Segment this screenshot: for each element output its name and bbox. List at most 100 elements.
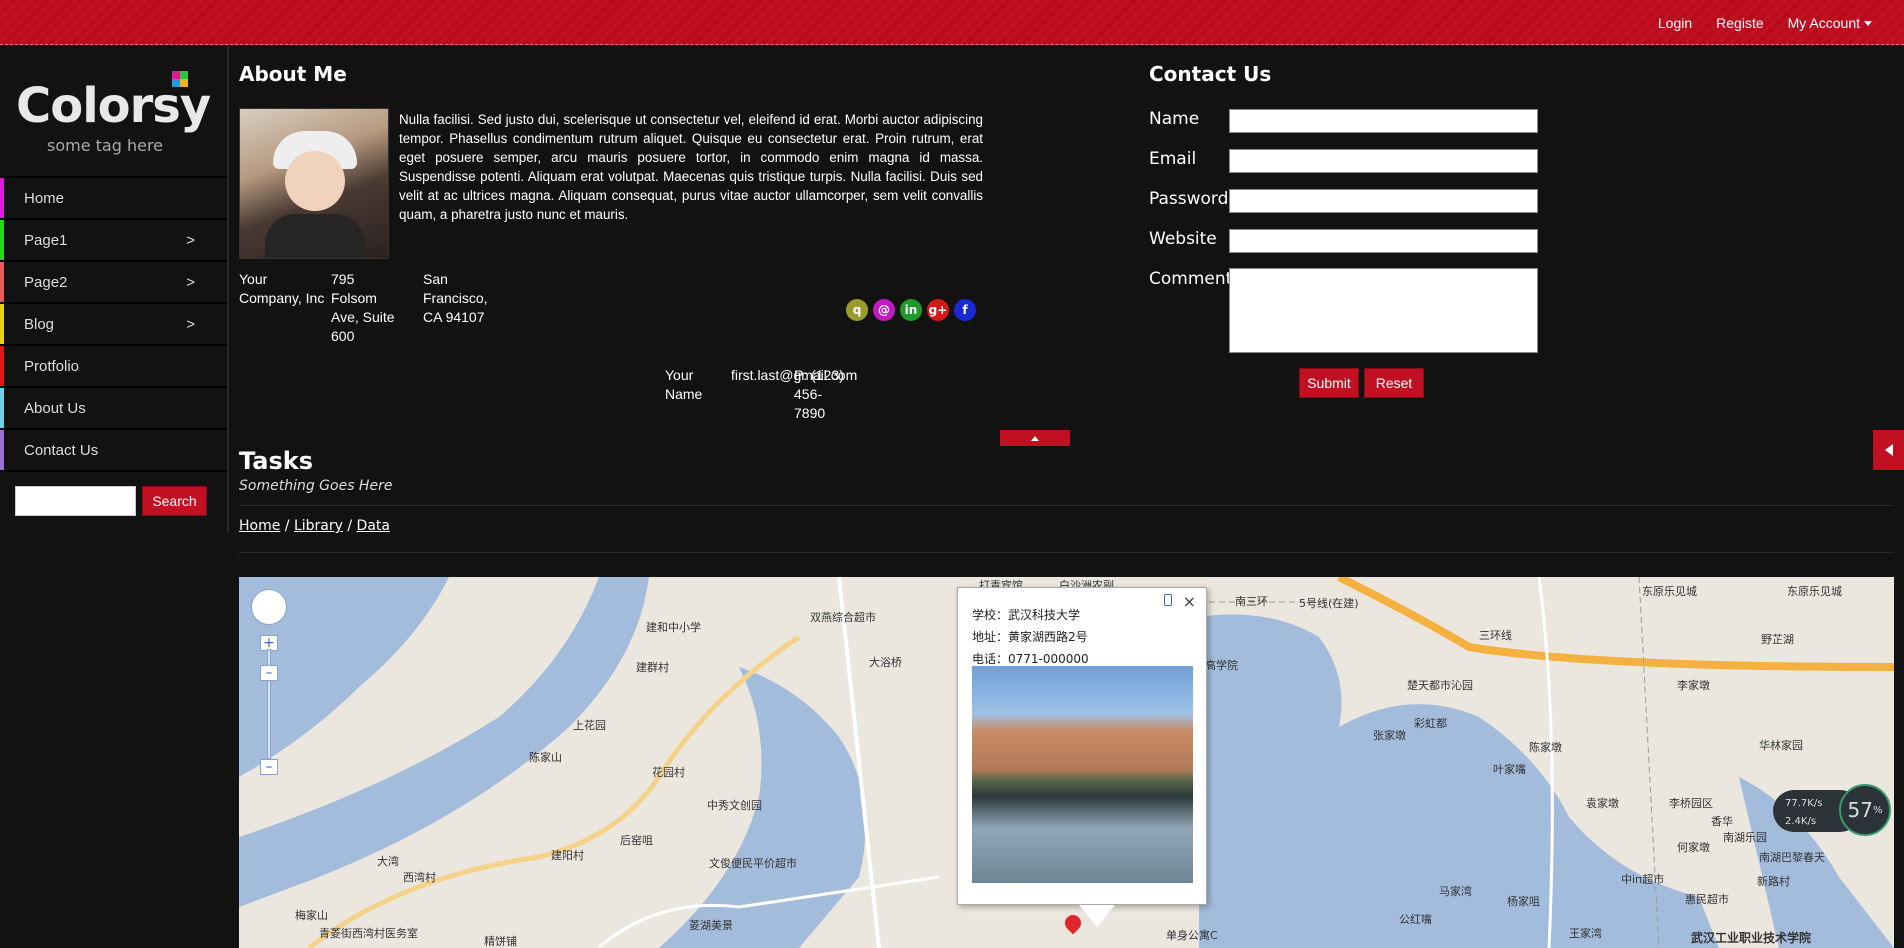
- close-icon[interactable]: ×: [1183, 592, 1196, 611]
- map-label: 陈家山: [529, 751, 562, 764]
- password-field[interactable]: [1229, 189, 1538, 213]
- popup-phone: 电话：0771-000000: [972, 652, 1089, 666]
- popup-address: 地址：黄家湖西路2号: [972, 630, 1088, 644]
- name-label: Name: [1149, 109, 1200, 129]
- map-label: 单身公寓C: [1166, 929, 1218, 942]
- map-label: 野芷湖: [1761, 633, 1794, 646]
- map-label: 公红嘴: [1399, 913, 1432, 926]
- login-link[interactable]: Login: [1646, 15, 1704, 31]
- map-view[interactable]: 建和中小学 双燕综合超市 大浴桥 建群村 上花园 陈家山 花园村 中秀文创园 后…: [239, 577, 1894, 948]
- map-label: 马家湾: [1439, 885, 1472, 898]
- reset-button[interactable]: Reset: [1364, 368, 1424, 398]
- map-label: 张家墩: [1373, 729, 1406, 742]
- address-company: Your Company, Inc: [239, 271, 325, 306]
- breadcrumb-library[interactable]: Library: [294, 518, 343, 534]
- map-label: 陈家墩: [1529, 741, 1562, 754]
- breadcrumb-separator: /: [347, 518, 353, 534]
- brand: Colorsy some tag here: [0, 46, 227, 176]
- collapse-toggle[interactable]: [1000, 430, 1070, 446]
- linkedin-icon[interactable]: in: [900, 299, 922, 321]
- google-plus-icon[interactable]: g+: [927, 299, 949, 321]
- map-label: 建阳村: [551, 849, 584, 862]
- breadcrumb-home[interactable]: Home: [239, 518, 280, 534]
- sidebar-item-label: Home: [24, 189, 65, 207]
- comment-label: Comment: [1149, 269, 1233, 289]
- network-speed-widget[interactable]: 77.7K/s 2.4K/s 57%: [1773, 784, 1891, 836]
- side-panel-toggle[interactable]: [1873, 430, 1904, 470]
- website-field[interactable]: [1229, 229, 1538, 253]
- map-label: 李家墩: [1677, 679, 1710, 692]
- facebook-icon[interactable]: f: [954, 299, 976, 321]
- register-link[interactable]: Registe: [1704, 15, 1775, 31]
- sidebar-item-label: Blog: [24, 315, 55, 333]
- search-button[interactable]: Search: [142, 486, 207, 516]
- sidebar-item-portfolio[interactable]: Protfolio: [0, 346, 227, 388]
- map-label: 中іп超市: [1621, 873, 1665, 886]
- qq-icon[interactable]: q: [846, 299, 868, 321]
- map-label: 何家墩: [1677, 841, 1710, 854]
- map-label: 大浴桥: [869, 656, 902, 669]
- tasks-subtitle: Something Goes Here: [239, 478, 393, 494]
- search-input[interactable]: [15, 486, 136, 516]
- logo-square: [180, 79, 188, 87]
- map-label: 5号线(在建): [1299, 597, 1359, 610]
- caret-down-icon: [1864, 21, 1872, 27]
- map-label: 后窑咀: [620, 834, 653, 847]
- chevron-right-icon: >: [186, 231, 195, 249]
- website-label: Website: [1149, 229, 1217, 249]
- map-controls: + – –: [251, 589, 287, 775]
- photo-face: [285, 151, 345, 211]
- school-photo: [972, 666, 1193, 883]
- map-label: 华林家园: [1759, 739, 1803, 752]
- password-label: Password: [1149, 189, 1229, 209]
- breadcrumb-data[interactable]: Data: [357, 518, 390, 534]
- map-label: 彩虹都: [1414, 717, 1447, 730]
- memory-percent: 57%: [1839, 784, 1891, 836]
- item-color-stripe: [0, 178, 4, 218]
- phone-icon[interactable]: [1164, 594, 1172, 606]
- sidebar-item-about-us[interactable]: About Us: [0, 388, 227, 430]
- my-account-dropdown[interactable]: My Account: [1776, 15, 1884, 31]
- map-label: 花园村: [652, 766, 685, 779]
- logo-square: [172, 79, 180, 87]
- map-label: 建群村: [636, 661, 669, 674]
- map-label: 精饼铺: [484, 935, 517, 948]
- item-color-stripe: [0, 430, 4, 470]
- map-label: 青菱街西湾村医务室: [319, 927, 418, 940]
- comment-field[interactable]: [1229, 268, 1538, 353]
- item-color-stripe: [0, 346, 4, 386]
- zoom-out-button[interactable]: –: [260, 759, 278, 775]
- submit-button[interactable]: Submit: [1299, 368, 1359, 398]
- info-window: × 学校：武汉科技大学 地址：黄家湖西路2号 电话：0771-000000: [957, 587, 1207, 905]
- sidebar-item-home[interactable]: Home: [0, 178, 227, 220]
- upload-speed: 77.7K/s: [1785, 798, 1823, 809]
- logo-square: [180, 71, 188, 79]
- sidebar-item-page1[interactable]: Page1 >: [0, 220, 227, 262]
- zoom-handle[interactable]: –: [260, 665, 278, 681]
- item-color-stripe: [0, 220, 4, 260]
- pan-control-icon[interactable]: [251, 589, 287, 625]
- email-icon[interactable]: @: [873, 299, 895, 321]
- map-label: 楚天都市沁园: [1407, 679, 1473, 692]
- sidebar-item-page2[interactable]: Page2 >: [0, 262, 227, 304]
- name-field[interactable]: [1229, 109, 1538, 133]
- my-account-label: My Account: [1787, 14, 1860, 31]
- breadcrumb: Home / Library / Data: [239, 518, 390, 534]
- breadcrumb-separator: /: [284, 518, 290, 534]
- sidebar-nav: Home Page1 > Page2 > Blog > Protfolio About…: [0, 176, 227, 472]
- contact-heading: Contact Us: [1149, 62, 1272, 86]
- sidebar: Colorsy some tag here Home Page1 > Page2 >…: [0, 46, 229, 532]
- email-field[interactable]: [1229, 149, 1538, 173]
- map-label: 建和中小学: [646, 621, 701, 634]
- logo-squares-icon: [172, 71, 188, 87]
- item-color-stripe: [0, 304, 4, 344]
- about-heading: About Me: [239, 62, 347, 86]
- sidebar-item-blog[interactable]: Blog >: [0, 304, 227, 346]
- sidebar-item-contact-us[interactable]: Contact Us: [0, 430, 227, 472]
- photo-body: [265, 214, 365, 258]
- contact-phone: P: (123) 456-7890: [794, 367, 844, 421]
- map-label: 三环线: [1479, 629, 1512, 642]
- sidebar-item-label: Page1: [24, 231, 68, 249]
- chevron-right-icon: >: [186, 273, 195, 291]
- social-icons: q @ in g+ f: [846, 299, 976, 321]
